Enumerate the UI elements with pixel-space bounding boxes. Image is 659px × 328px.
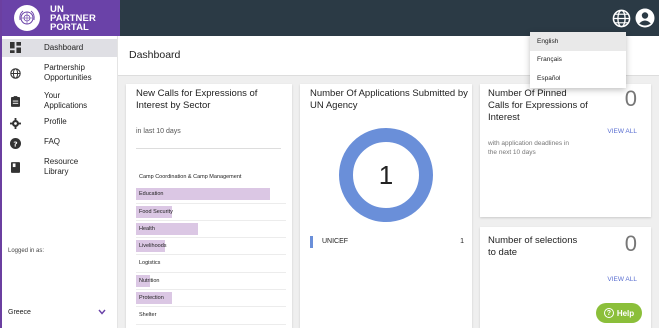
sidebar-item-label: Partnership Opportunities	[44, 63, 92, 82]
card-title: Number Of Applications Submitted by UN A…	[310, 88, 468, 111]
card-title: New Calls for Expressions of Interest by…	[136, 88, 258, 111]
globe-icon	[8, 68, 22, 80]
sector-bar-label: Logistics	[139, 260, 161, 267]
sector-calls-card: New Calls for Expressions of Interest by…	[126, 84, 292, 328]
donut-total: 1	[379, 160, 393, 190]
globe-icon[interactable]	[611, 8, 631, 28]
dashboard-icon	[8, 42, 22, 54]
sector-bar-row: Protection	[136, 290, 286, 308]
sector-bar-row: Health	[136, 221, 286, 239]
sector-bar-row: Education	[136, 186, 286, 204]
card-subtitle: with application deadlines in the next 1…	[488, 140, 569, 156]
sidebar-item-your-applications[interactable]: Your Applications	[2, 91, 117, 111]
brand-logo-area[interactable]: UN PARTNER PORTAL	[2, 0, 120, 36]
chevron-down-icon	[98, 307, 106, 317]
sidebar: Dashboard Partnership Opportunities Your…	[0, 36, 118, 328]
country-value: Greece	[8, 308, 31, 316]
agency-donut-chart: 1	[339, 128, 433, 222]
help-button[interactable]: ? Help	[596, 303, 642, 323]
sector-bar-row: Shelter	[136, 307, 286, 325]
language-option-english[interactable]: English	[530, 32, 626, 51]
divider	[136, 148, 281, 149]
legend-value: 1	[460, 238, 464, 245]
sidebar-item-label: FAQ	[44, 137, 61, 146]
view-all-link[interactable]: VIEW ALL	[607, 276, 637, 283]
pinned-calls-card: Number Of Pinned Calls for Expressions o…	[480, 84, 651, 217]
legend-item: UNICEF 1	[310, 236, 464, 248]
svg-text:?: ?	[13, 139, 17, 148]
sector-bar-list: Camp Coordination & Camp Management Educa…	[136, 169, 286, 325]
sidebar-item-profile[interactable]: Profile	[2, 117, 117, 130]
un-emblem-icon	[14, 5, 40, 31]
applications-by-agency-card: Number Of Applications Submitted by UN A…	[300, 84, 472, 328]
top-app-bar: UN PARTNER PORTAL	[0, 0, 659, 36]
sidebar-item-faq[interactable]: ? FAQ	[2, 137, 117, 150]
sidebar-item-partnership-opportunities[interactable]: Partnership Opportunities	[2, 63, 117, 83]
language-option-french[interactable]: Français	[530, 51, 626, 70]
sector-bar-label: Food Security	[139, 208, 173, 215]
page-title: Dashboard	[129, 49, 181, 61]
sector-bar-label: Shelter	[139, 312, 157, 319]
card-title: Number of selections to date	[488, 235, 578, 258]
sector-bar-label: Health	[139, 225, 155, 232]
sector-bar-label: Livelihoods	[139, 243, 167, 250]
sector-bar-label: Nutrition	[139, 277, 160, 284]
country-selector[interactable]: Greece	[8, 307, 114, 317]
sidebar-item-label: Profile	[44, 117, 67, 126]
sidebar-item-dashboard[interactable]: Dashboard	[2, 39, 117, 57]
legend-swatch	[310, 236, 313, 248]
sidebar-item-label: Your Applications	[44, 91, 88, 110]
sector-bar-row: Food Security	[136, 204, 286, 221]
book-icon	[8, 162, 22, 174]
legend-label: UNICEF	[322, 238, 349, 245]
sector-bar-label: Education	[139, 191, 164, 198]
language-menu: English Français Español	[530, 32, 626, 88]
help-icon: ?	[603, 308, 614, 318]
sector-bar-row: Livelihoods	[136, 238, 286, 256]
card-subtitle: in last 10 days	[136, 128, 181, 135]
sector-bar-label: Protection	[139, 295, 164, 302]
sector-bar-row: Logistics	[136, 255, 286, 273]
help-label: Help	[616, 308, 635, 318]
card-title: Number Of Pinned Calls for Expressions o…	[488, 88, 588, 123]
view-all-link[interactable]: VIEW ALL	[607, 128, 637, 135]
logged-in-label: Logged in as:	[8, 248, 45, 254]
sidebar-item-resource-library[interactable]: Resource Library	[2, 157, 117, 177]
language-option-spanish[interactable]: Español	[530, 69, 626, 88]
assignment-icon	[8, 96, 22, 108]
top-bar-actions	[611, 8, 655, 28]
pinned-count: 0	[624, 86, 637, 111]
brand-name: UN PARTNER PORTAL	[50, 4, 96, 33]
sector-bar-row: Camp Coordination & Camp Management	[136, 169, 286, 186]
selections-count: 0	[624, 231, 637, 256]
brand-line-3: PORTAL	[50, 21, 89, 33]
sector-bar-label: Camp Coordination & Camp Management	[139, 174, 242, 180]
gear-icon	[8, 118, 22, 130]
sector-bar-row: Nutrition	[136, 273, 286, 291]
help-icon: ?	[8, 138, 22, 150]
sidebar-item-label: Resource Library	[44, 157, 79, 176]
account-circle-icon[interactable]	[635, 8, 655, 28]
sidebar-item-label: Dashboard	[44, 43, 84, 52]
